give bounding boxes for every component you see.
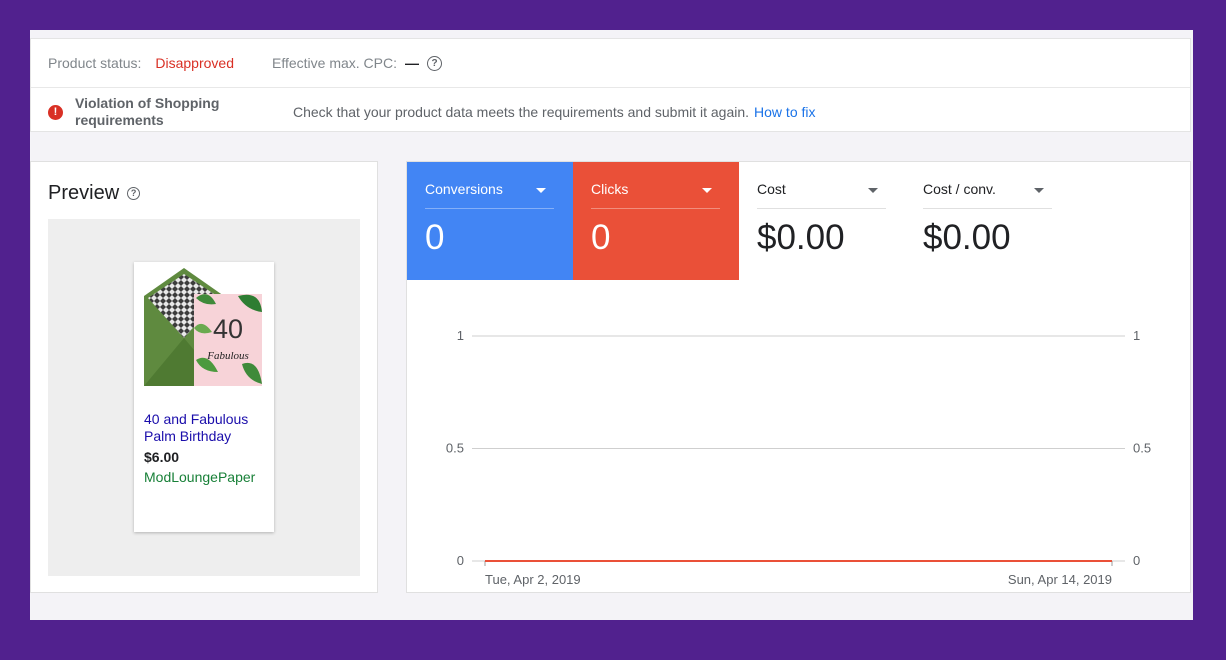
- metric-value: 0: [425, 218, 445, 257]
- card-script-text: Fabulous: [206, 350, 249, 362]
- y-tick-label-right: 0.5: [1133, 441, 1151, 456]
- metric-label: Cost: [757, 181, 786, 197]
- product-name-link[interactable]: 40 and Fabulous Palm Birthday: [144, 411, 269, 445]
- metric-conversions[interactable]: Conversions 0: [407, 162, 573, 280]
- metric-label: Conversions: [425, 181, 503, 197]
- chevron-down-icon[interactable]: [536, 188, 546, 193]
- metric-value: 0: [591, 218, 611, 257]
- metric-value: $0.00: [923, 218, 1011, 257]
- y-tick-label-right: 0: [1133, 553, 1140, 568]
- metric-label: Clicks: [591, 181, 629, 197]
- preview-help-icon[interactable]: ?: [127, 187, 141, 200]
- product-status-panel: Product status: Disapproved Effective ma…: [30, 38, 1191, 132]
- preview-title: Preview ?: [48, 182, 141, 205]
- preview-card: Preview ? 40 Fabulous 40 and Fabulous Pa…: [30, 161, 378, 593]
- chevron-down-icon[interactable]: [868, 188, 878, 193]
- metric-clicks[interactable]: Clicks 0: [573, 162, 739, 280]
- divider: [31, 87, 1190, 88]
- x-tick-label: Sun, Apr 14, 2019: [1008, 572, 1112, 587]
- violation-title: Violation of Shopping requirements: [75, 95, 220, 128]
- product-card[interactable]: 40 Fabulous 40 and Fabulous Palm Birthda…: [134, 262, 274, 532]
- violation-message: Check that your product data meets the r…: [293, 104, 750, 120]
- metric-header[interactable]: Cost / conv.: [923, 181, 1052, 209]
- chevron-down-icon[interactable]: [1034, 188, 1044, 193]
- performance-card: Conversions 0 Clicks 0 Cost $0.00 Cost /…: [406, 161, 1191, 593]
- product-status-value: Disapproved: [155, 55, 234, 71]
- how-to-fix-link[interactable]: How to fix: [754, 104, 815, 120]
- metric-value: $0.00: [757, 218, 845, 257]
- preview-area: 40 Fabulous 40 and Fabulous Palm Birthda…: [48, 219, 360, 576]
- metric-header[interactable]: Cost: [757, 181, 886, 209]
- product-image[interactable]: 40 Fabulous: [142, 268, 264, 392]
- product-store: ModLoungePaper: [144, 469, 256, 485]
- performance-chart: 0 0 0.5 0.5 1 1 Tue, Apr 2, 2019 Sun, Apr 14, 2…: [446, 328, 1151, 587]
- x-tick-label: Tue, Apr 2, 2019: [485, 572, 581, 587]
- help-icon[interactable]: ?: [427, 55, 443, 71]
- error-icon: !: [48, 104, 63, 120]
- cpc-label: Effective max. CPC:: [272, 55, 398, 71]
- metric-cost[interactable]: Cost $0.00: [739, 162, 905, 280]
- y-tick-label-left: 1: [457, 328, 464, 343]
- chevron-down-icon[interactable]: [702, 188, 712, 193]
- metric-header[interactable]: Clicks: [591, 181, 720, 209]
- violation-row: ! Violation of Shopping requirements Che…: [48, 94, 1190, 130]
- card-number-text: 40: [213, 314, 243, 344]
- metric-cost-per-conv[interactable]: Cost / conv. $0.00: [905, 162, 1071, 280]
- metric-header[interactable]: Conversions: [425, 181, 554, 209]
- y-tick-label-left: 0: [457, 553, 464, 568]
- preview-title-text: Preview: [48, 182, 120, 204]
- product-price: $6.00: [144, 449, 180, 465]
- status-row: Product status: Disapproved Effective ma…: [48, 39, 1190, 87]
- cpc-value: —: [405, 55, 420, 71]
- y-tick-label-left: 0.5: [446, 441, 464, 456]
- product-status-label: Product status:: [48, 55, 142, 71]
- y-tick-label-right: 1: [1133, 328, 1140, 343]
- app-frame: Product status: Disapproved Effective ma…: [30, 30, 1193, 620]
- metric-label: Cost / conv.: [923, 181, 996, 197]
